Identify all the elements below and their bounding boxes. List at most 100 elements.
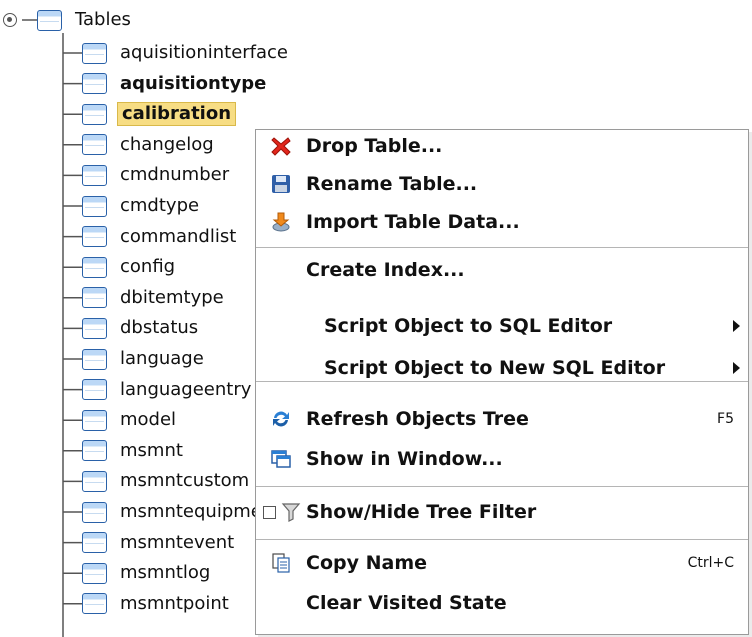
- filter-checkbox[interactable]: [260, 499, 278, 525]
- menu-separator: [256, 486, 748, 487]
- table-icon: [82, 562, 107, 584]
- copy-document-icon: [268, 550, 294, 576]
- table-icon: [82, 501, 107, 523]
- tree-item-label: aquisitiontype: [120, 72, 267, 94]
- menu-item-label: Show in Window...: [306, 448, 503, 470]
- tree-item-label: config: [120, 256, 176, 278]
- menu-separator: [256, 539, 748, 540]
- table-icon: [82, 134, 107, 156]
- tree-item[interactable]: msmntcustom: [82, 467, 252, 495]
- tree-root-label: Tables: [75, 9, 131, 30]
- tree-item[interactable]: commandlist: [82, 223, 239, 251]
- tree-item-label: model: [120, 409, 177, 431]
- tree-connector-lines: [22, 19, 82, 637]
- table-icon: [37, 9, 62, 31]
- menu-item-label: Copy Name: [306, 552, 428, 574]
- tree-item[interactable]: cmdnumber: [82, 161, 232, 189]
- tree-item-label: msmntpoint: [120, 592, 229, 614]
- tree-item[interactable]: language: [82, 345, 207, 373]
- tree-item[interactable]: changelog: [82, 131, 217, 159]
- tree-item-label: msmntlog: [120, 562, 211, 584]
- tree-item[interactable]: msmntlog: [82, 559, 213, 587]
- menu-item-label: Import Table Data...: [306, 211, 520, 233]
- shortcut-label: Ctrl+C: [687, 555, 734, 571]
- expanded-node-icon[interactable]: [3, 13, 17, 27]
- menu-item-label: Clear Visited State: [306, 592, 507, 614]
- tree-item[interactable]: msmntevent: [82, 529, 237, 557]
- tree-item-label: cmdnumber: [120, 164, 230, 186]
- tree-item[interactable]: aquisitioninterface: [82, 39, 291, 67]
- menu-item-label: Script Object to New SQL Editor: [324, 357, 666, 379]
- window-icon: [268, 446, 294, 472]
- tree-item[interactable]: calibration: [82, 100, 237, 128]
- tree-item-label: dbstatus: [120, 317, 199, 339]
- tree-item-label: cmdtype: [120, 195, 200, 216]
- tree-item[interactable]: aquisitiontype: [82, 70, 269, 98]
- menu-item-clear-visited-state[interactable]: Clear Visited State: [256, 587, 748, 619]
- table-icon: [82, 73, 107, 95]
- menu-item-copy-name[interactable]: Copy Name Ctrl+C: [256, 547, 748, 579]
- menu-item-label: Rename Table...: [306, 173, 478, 195]
- tree-item-label: commandlist: [120, 225, 237, 247]
- menu-item-label: Show/Hide Tree Filter: [306, 501, 537, 523]
- menu-separator: [256, 247, 748, 248]
- menu-item-label: Script Object to SQL Editor: [324, 315, 613, 337]
- menu-item-label: Drop Table...: [306, 135, 443, 157]
- table-icon: [82, 195, 107, 217]
- tree-item-label: changelog: [120, 133, 214, 155]
- menu-item-drop-table[interactable]: Drop Table...: [256, 130, 748, 162]
- tree-item[interactable]: msmntpoint: [82, 590, 232, 618]
- menu-item-label: Create Index...: [306, 259, 465, 281]
- tree-item[interactable]: model: [82, 406, 179, 434]
- menu-separator: [256, 381, 748, 382]
- import-arrow-icon: [268, 209, 294, 235]
- table-icon: [82, 287, 107, 309]
- table-icon: [82, 317, 107, 339]
- table-icon: [82, 440, 107, 462]
- tree-item[interactable]: config: [82, 253, 178, 281]
- submenu-arrow-icon: [733, 362, 740, 374]
- tree-item-label: dbitemtype: [120, 286, 224, 308]
- table-icon: [82, 226, 107, 248]
- menu-item-show-in-window[interactable]: Show in Window...: [256, 443, 748, 475]
- table-icon: [82, 42, 107, 64]
- tree-item[interactable]: dbitemtype: [82, 284, 227, 312]
- menu-item-create-index[interactable]: Create Index...: [256, 254, 748, 286]
- tree-item-label: aquisitioninterface: [120, 42, 289, 63]
- tree-item-label: language: [120, 348, 204, 369]
- shortcut-label: F5: [717, 411, 734, 427]
- submenu-arrow-icon: [733, 320, 740, 332]
- tree-item[interactable]: cmdtype: [82, 192, 202, 220]
- table-icon: [82, 256, 107, 278]
- table-icon: [82, 164, 107, 186]
- tree-item[interactable]: msmnt: [82, 437, 186, 465]
- menu-item-script-to-sql-editor[interactable]: Script Object to SQL Editor: [256, 310, 748, 342]
- tree-item-label: msmntcustom: [120, 470, 250, 492]
- context-menu: Drop Table... Rename Table... Import Tab…: [255, 129, 749, 635]
- tree-root-tables[interactable]: Tables: [3, 6, 134, 34]
- table-icon: [82, 470, 107, 492]
- table-icon: [82, 409, 107, 431]
- table-icon: [82, 532, 107, 554]
- floppy-disk-icon: [268, 171, 294, 197]
- tree-item[interactable]: msmntequipment: [82, 498, 283, 526]
- tree-item-label: languageentry: [120, 378, 252, 400]
- tree-item[interactable]: languageentry: [82, 376, 254, 404]
- red-x-icon: [268, 133, 294, 159]
- menu-item-import-table-data[interactable]: Import Table Data...: [256, 206, 748, 238]
- table-icon: [82, 379, 107, 401]
- menu-item-rename-table[interactable]: Rename Table...: [256, 168, 748, 200]
- table-icon: [82, 348, 107, 370]
- table-icon: [82, 593, 107, 615]
- menu-item-refresh-objects-tree[interactable]: Refresh Objects Tree F5: [256, 403, 748, 435]
- menu-item-script-to-new-sql-editor[interactable]: Script Object to New SQL Editor: [256, 352, 748, 384]
- tree-item[interactable]: dbstatus: [82, 314, 201, 342]
- menu-item-show-hide-tree-filter[interactable]: Show/Hide Tree Filter: [256, 496, 748, 528]
- menu-item-label: Refresh Objects Tree: [306, 408, 529, 430]
- tree-item-label: calibration: [117, 102, 237, 127]
- tree-item-label: msmnt: [120, 439, 183, 461]
- table-icon: [82, 103, 107, 125]
- tree-item-label: msmntevent: [120, 531, 235, 553]
- refresh-arrows-icon: [268, 406, 294, 432]
- funnel-icon: [280, 499, 302, 525]
